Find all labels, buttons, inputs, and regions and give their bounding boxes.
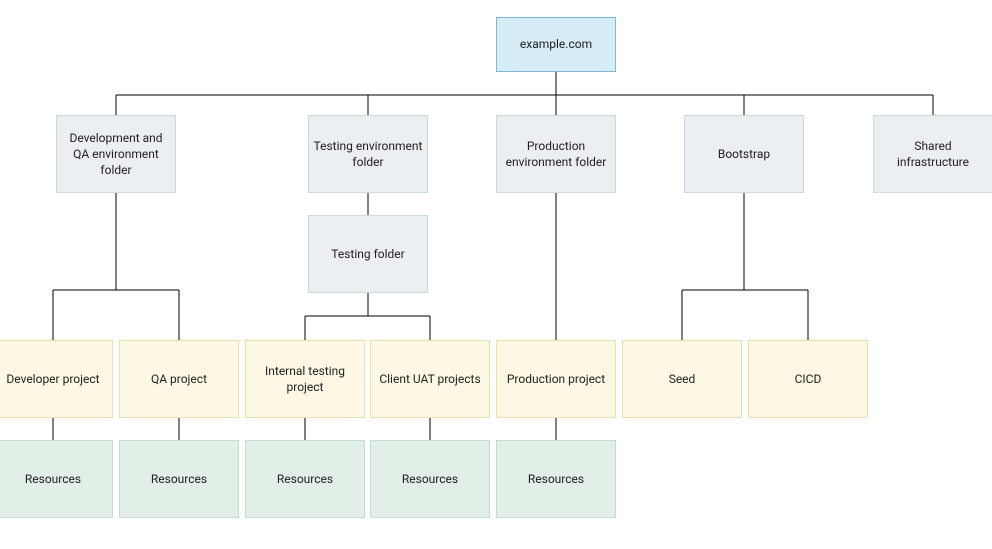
node-cicd-project: CICD xyxy=(748,340,868,418)
node-label: Resources xyxy=(528,471,584,487)
node-shared-infra-folder: Shared infrastructure xyxy=(873,115,992,193)
node-label: Shared infrastructure xyxy=(878,138,988,170)
node-label: Testing folder xyxy=(331,246,404,262)
node-label: Resources xyxy=(151,471,207,487)
node-developer-project: Developer project xyxy=(0,340,113,418)
node-label: Production environment folder xyxy=(501,138,611,170)
node-label: Seed xyxy=(669,371,696,387)
node-label: QA project xyxy=(151,371,207,387)
node-client-uat-project: Client UAT projects xyxy=(370,340,490,418)
node-production-env-folder: Production environment folder xyxy=(496,115,616,193)
node-dev-qa-folder: Development and QA environment folder xyxy=(56,115,176,193)
node-label: Resources xyxy=(402,471,458,487)
node-production-project: Production project xyxy=(496,340,616,418)
node-label: CICD xyxy=(795,371,822,387)
node-label: Testing environment folder xyxy=(313,138,423,170)
node-testing-subfolder: Testing folder xyxy=(308,215,428,293)
node-bootstrap-folder: Bootstrap xyxy=(684,115,804,193)
node-label: Internal testing project xyxy=(250,363,360,395)
node-internal-testing-project: Internal testing project xyxy=(245,340,365,418)
node-label: example.com xyxy=(520,36,592,52)
node-label: Development and QA environment folder xyxy=(61,130,171,179)
node-root-org: example.com xyxy=(496,17,616,72)
node-testing-env-folder: Testing environment folder xyxy=(308,115,428,193)
node-seed-project: Seed xyxy=(622,340,742,418)
node-label: Developer project xyxy=(6,371,99,387)
node-qa-resources: Resources xyxy=(119,440,239,518)
node-label: Resources xyxy=(25,471,81,487)
node-internal-testing-resources: Resources xyxy=(245,440,365,518)
node-label: Bootstrap xyxy=(718,146,770,162)
node-label: Production project xyxy=(507,371,605,387)
node-production-resources: Resources xyxy=(496,440,616,518)
node-client-uat-resources: Resources xyxy=(370,440,490,518)
node-label: Client UAT projects xyxy=(379,371,480,387)
node-qa-project: QA project xyxy=(119,340,239,418)
node-developer-resources: Resources xyxy=(0,440,113,518)
node-label: Resources xyxy=(277,471,333,487)
